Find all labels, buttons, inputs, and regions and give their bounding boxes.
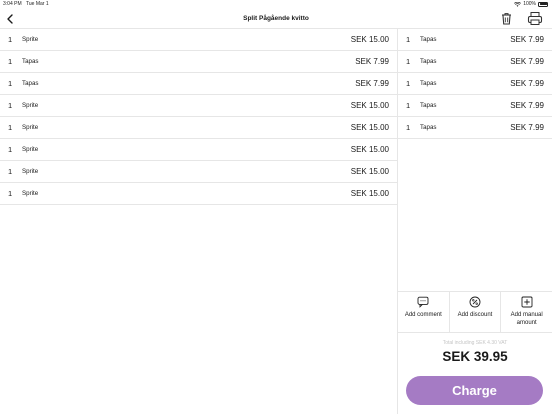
list-item[interactable]: 1 Tapas SEK 7.99 xyxy=(398,73,552,95)
action-bar: Add comment Add discount Add manual amou… xyxy=(398,291,552,333)
item-name: Tapas xyxy=(420,58,437,65)
item-price: SEK 15.00 xyxy=(350,35,389,44)
status-bar: 3:04 PM Tue Mar 1 100% xyxy=(0,0,552,9)
total-amount: SEK 39.95 xyxy=(442,349,508,364)
item-price: SEK 7.99 xyxy=(355,79,389,88)
item-name: Tapas xyxy=(22,80,39,87)
item-price: SEK 15.00 xyxy=(350,145,389,154)
item-name: Tapas xyxy=(420,102,437,109)
add-discount-button[interactable]: Add discount xyxy=(450,292,502,332)
list-item[interactable]: 1 Tapas SEK 7.99 xyxy=(0,73,397,95)
add-discount-label: Add discount xyxy=(457,312,493,318)
delete-button[interactable] xyxy=(499,11,514,26)
item-price: SEK 7.99 xyxy=(510,123,544,132)
item-price: SEK 7.99 xyxy=(510,101,544,110)
add-comment-label: Add comment xyxy=(404,312,442,318)
item-qty: 1 xyxy=(406,35,411,44)
add-amount-icon xyxy=(521,296,533,308)
item-name: Sprite xyxy=(22,146,39,153)
item-name: Sprite xyxy=(22,124,39,131)
list-item[interactable]: 1 Sprite SEK 15.00 xyxy=(0,161,397,183)
item-qty: 1 xyxy=(8,167,13,176)
status-right: 100% xyxy=(514,1,548,7)
printer-icon xyxy=(527,12,543,25)
list-item[interactable]: 1 Tapas SEK 7.99 xyxy=(398,51,552,73)
print-button[interactable] xyxy=(527,11,543,26)
totals: Total including SEK 4.30 VAT SEK 39.95 xyxy=(398,337,552,364)
item-qty: 1 xyxy=(8,79,13,88)
list-item[interactable]: 1 Tapas SEK 7.99 xyxy=(398,95,552,117)
item-qty: 1 xyxy=(8,57,13,66)
item-price: SEK 15.00 xyxy=(350,123,389,132)
item-price: SEK 7.99 xyxy=(355,57,389,66)
list-item[interactable]: 1 Sprite SEK 15.00 xyxy=(0,183,397,205)
trash-icon xyxy=(502,13,511,25)
item-price: SEK 15.00 xyxy=(350,167,389,176)
right-split-panel: 1 Tapas SEK 7.99 1 Tapas SEK 7.99 1 Tapas SEK … xyxy=(398,29,552,414)
add-manual-amount-label: Add manual amount xyxy=(510,312,543,326)
item-name: Tapas xyxy=(22,58,39,65)
item-qty: 1 xyxy=(406,101,411,110)
battery-percent: 100% xyxy=(523,1,536,7)
item-qty: 1 xyxy=(8,145,13,154)
status-date: Tue Mar 1 xyxy=(26,1,49,7)
list-item[interactable]: 1 Sprite SEK 15.00 xyxy=(0,29,397,51)
item-price: SEK 7.99 xyxy=(510,57,544,66)
item-price: SEK 15.00 xyxy=(350,101,389,110)
item-qty: 1 xyxy=(8,123,13,132)
item-qty: 1 xyxy=(406,123,411,132)
item-price: SEK 15.00 xyxy=(350,189,389,198)
wifi-icon xyxy=(514,1,522,7)
item-name: Sprite xyxy=(22,168,39,175)
list-item[interactable]: 1 Tapas SEK 7.99 xyxy=(0,51,397,73)
item-name: Sprite xyxy=(22,102,39,109)
nav-bar: Split Pågående kvitto xyxy=(0,9,552,29)
charge-button[interactable]: Charge xyxy=(406,376,543,405)
list-item[interactable]: 1 Sprite SEK 15.00 xyxy=(0,139,397,161)
item-qty: 1 xyxy=(8,189,13,198)
comment-icon xyxy=(417,296,429,308)
item-name: Tapas xyxy=(420,124,437,131)
discount-icon xyxy=(469,296,481,308)
item-name: Tapas xyxy=(420,80,437,87)
list-item[interactable]: 1 Sprite SEK 15.00 xyxy=(0,95,397,117)
list-item[interactable]: 1 Sprite SEK 15.00 xyxy=(0,117,397,139)
item-price: SEK 7.99 xyxy=(510,79,544,88)
status-time: 3:04 PM xyxy=(3,1,22,7)
add-manual-amount-button[interactable]: Add manual amount xyxy=(501,292,552,332)
item-price: SEK 7.99 xyxy=(510,35,544,44)
page-title: Split Pågående kvitto xyxy=(243,15,309,22)
item-name: Sprite xyxy=(22,36,39,43)
add-comment-button[interactable]: Add comment xyxy=(398,292,450,332)
item-qty: 1 xyxy=(406,79,411,88)
item-qty: 1 xyxy=(406,57,411,66)
item-name: Tapas xyxy=(420,36,437,43)
item-name: Sprite xyxy=(22,190,39,197)
vat-text: Total including SEK 4.30 VAT xyxy=(442,340,508,346)
left-split-list: 1 Sprite SEK 15.00 1 Tapas SEK 7.99 1 Tapas SE… xyxy=(0,29,398,414)
item-qty: 1 xyxy=(8,35,13,44)
list-item[interactable]: 1 Tapas SEK 7.99 xyxy=(398,29,552,51)
list-item[interactable]: 1 Tapas SEK 7.99 xyxy=(398,117,552,139)
battery-icon xyxy=(538,1,548,7)
item-qty: 1 xyxy=(8,101,13,110)
